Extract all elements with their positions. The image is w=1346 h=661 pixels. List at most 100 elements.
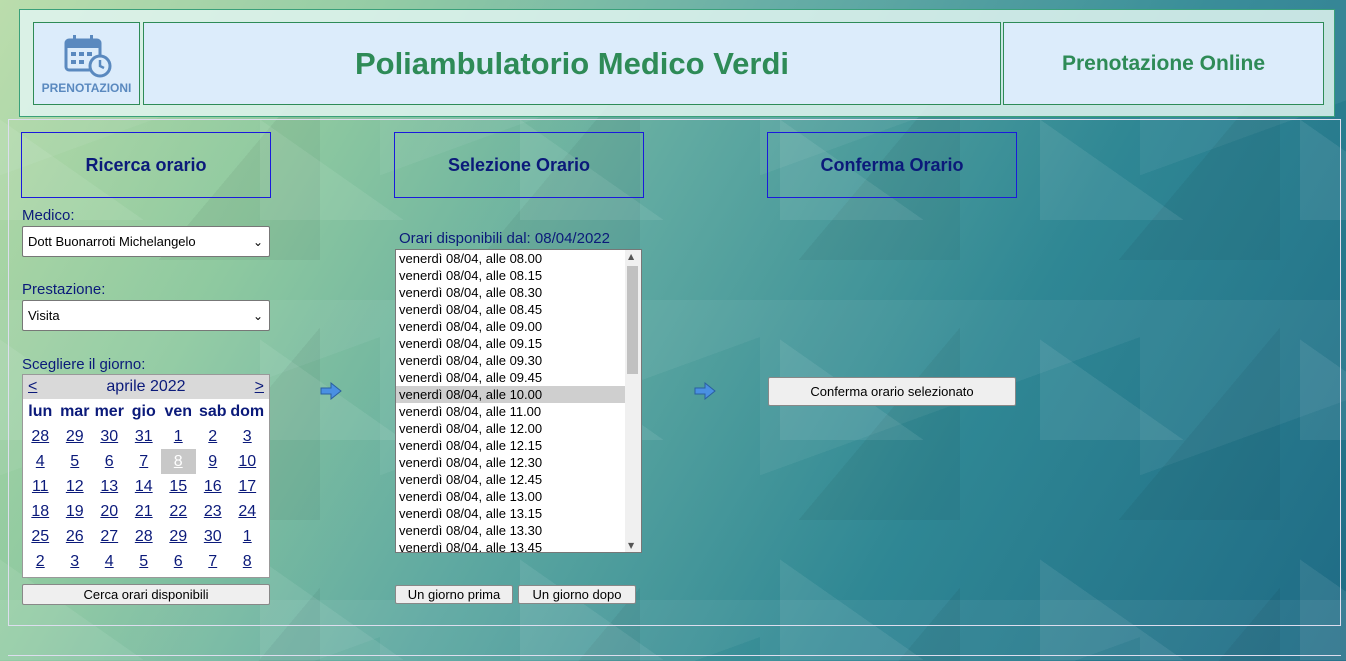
calendar-day[interactable]: 13	[92, 474, 127, 499]
time-slot-list[interactable]: venerdì 08/04, alle 08.00 venerdì 08/04, …	[395, 249, 642, 553]
booking-panel: Ricerca orario Selezione Orario Conferma…	[8, 119, 1341, 626]
time-slot-items: venerdì 08/04, alle 08.00 venerdì 08/04, …	[396, 250, 641, 552]
time-slot-option[interactable]: venerdì 08/04, alle 12.30	[396, 454, 641, 471]
calendar-day[interactable]: 27	[92, 524, 127, 549]
arrow-right-icon	[694, 382, 716, 400]
step-select-heading: Selezione Orario	[394, 132, 644, 198]
calendar-day[interactable]: 30	[92, 424, 127, 449]
calendar-day[interactable]: 17	[230, 474, 265, 499]
calendar-weekdays: lun mar mer gio ven sab dom	[23, 399, 269, 424]
time-slot-option[interactable]: venerdì 08/04, alle 08.00	[396, 250, 641, 267]
calendar-day[interactable]: 14	[127, 474, 162, 499]
calendar-day[interactable]: 24	[230, 499, 265, 524]
weekday-label: dom	[230, 403, 265, 420]
calendar-day[interactable]: 2	[23, 549, 58, 574]
calendar-day[interactable]: 28	[127, 524, 162, 549]
calendar-day[interactable]: 5	[127, 549, 162, 574]
time-slot-option[interactable]: venerdì 08/04, alle 09.00	[396, 318, 641, 335]
scroll-up-icon[interactable]: ▲	[628, 252, 634, 261]
calendar-day[interactable]: 6	[92, 449, 127, 474]
service-select-value: Visita	[28, 308, 60, 323]
header: PRENOTAZIONI Poliambulatorio Medico Verd…	[19, 9, 1335, 117]
calendar-day[interactable]: 26	[58, 524, 93, 549]
calendar-day[interactable]: 28	[23, 424, 58, 449]
chevron-down-icon: ⌄	[252, 309, 263, 323]
service-label: Prestazione:	[22, 281, 106, 298]
time-slot-option[interactable]: venerdì 08/04, alle 08.15	[396, 267, 641, 284]
calendar-day[interactable]: 1	[230, 524, 265, 549]
calendar-day[interactable]: 7	[127, 449, 162, 474]
calendar-day[interactable]: 21	[127, 499, 162, 524]
calendar-day[interactable]: 6	[161, 549, 196, 574]
weekday-label: mer	[94, 403, 124, 420]
calendar-day[interactable]: 16	[196, 474, 231, 499]
calendar-week: 4 5 6 7 8 9 10	[23, 449, 269, 474]
calendar-day[interactable]: 29	[58, 424, 93, 449]
calendar-day[interactable]: 8	[161, 449, 196, 474]
weekday-label: sab	[198, 403, 227, 420]
calendar-day[interactable]: 7	[196, 549, 231, 574]
time-slot-option[interactable]: venerdì 08/04, alle 10.00	[396, 386, 641, 403]
calendar-week: 2345678	[23, 549, 269, 574]
time-slot-option[interactable]: venerdì 08/04, alle 12.45	[396, 471, 641, 488]
divider	[8, 655, 1341, 656]
calendar-day[interactable]: 2	[196, 424, 231, 449]
calendar-day[interactable]: 19	[58, 499, 93, 524]
calendar-day[interactable]: 3	[230, 424, 265, 449]
time-slot-option[interactable]: venerdì 08/04, alle 09.30	[396, 352, 641, 369]
calendar-day[interactable]: 15	[161, 474, 196, 499]
time-slot-option[interactable]: venerdì 08/04, alle 08.30	[396, 284, 641, 301]
calendar-day[interactable]: 23	[196, 499, 231, 524]
weekday-label: mar	[60, 403, 90, 420]
next-day-button[interactable]: Un giorno dopo	[518, 585, 636, 604]
scroll-down-icon[interactable]: ▼	[628, 541, 634, 550]
calendar-day[interactable]: 11	[23, 474, 58, 499]
calendar-day[interactable]: 18	[23, 499, 58, 524]
scrollbar-thumb[interactable]	[627, 266, 638, 374]
time-slot-option[interactable]: venerdì 08/04, alle 12.00	[396, 420, 641, 437]
day-label: Scegliere il giorno:	[22, 356, 146, 373]
slots-label: Orari disponibili dal: 08/04/2022	[399, 230, 610, 247]
step-search-heading: Ricerca orario	[21, 132, 271, 198]
calendar-day[interactable]: 5	[58, 449, 93, 474]
calendar-day[interactable]: 4	[92, 549, 127, 574]
logo[interactable]: PRENOTAZIONI	[33, 22, 140, 105]
calendar-next-month[interactable]: >	[255, 378, 264, 396]
arrow-right-icon	[320, 382, 342, 400]
doctor-select[interactable]: Dott Buonarroti Michelangelo ⌄	[22, 226, 270, 257]
time-slot-option[interactable]: venerdì 08/04, alle 08.45	[396, 301, 641, 318]
calendar-day[interactable]: 20	[92, 499, 127, 524]
time-slot-option[interactable]: venerdì 08/04, alle 09.45	[396, 369, 641, 386]
calendar-day[interactable]: 12	[58, 474, 93, 499]
page-subtitle: Prenotazione Online	[1061, 51, 1266, 75]
time-slot-option[interactable]: venerdì 08/04, alle 13.30	[396, 522, 641, 539]
time-slot-option[interactable]: venerdì 08/04, alle 11.00	[396, 403, 641, 420]
search-slots-button[interactable]: Cerca orari disponibili	[22, 584, 270, 605]
calendar-day[interactable]: 30	[196, 524, 231, 549]
scrollbar[interactable]: ▲ ▼	[625, 250, 641, 552]
time-slot-option[interactable]: venerdì 08/04, alle 13.00	[396, 488, 641, 505]
calendar-day[interactable]: 31	[127, 424, 162, 449]
confirm-slot-button[interactable]: Conferma orario selezionato	[768, 377, 1016, 406]
weekday-label: lun	[28, 403, 53, 420]
calendar-day[interactable]: 9	[196, 449, 231, 474]
time-slot-option[interactable]: venerdì 08/04, alle 09.15	[396, 335, 641, 352]
time-slot-option[interactable]: venerdì 08/04, alle 13.15	[396, 505, 641, 522]
calendar-week: 28 29 30 31 1 2 3	[23, 424, 269, 449]
calendar-day[interactable]: 1	[161, 424, 196, 449]
calendar-day[interactable]: 3	[58, 549, 93, 574]
weekday-label: gio	[131, 403, 156, 420]
calendar-day[interactable]: 8	[230, 549, 265, 574]
calendar-day[interactable]: 10	[230, 449, 265, 474]
calendar-day[interactable]: 29	[161, 524, 196, 549]
calendar-day[interactable]: 4	[23, 449, 58, 474]
calendar-day[interactable]: 22	[161, 499, 196, 524]
logo-label: PRENOTAZIONI	[41, 80, 132, 95]
calendar-week: 18 19 20 21 22 23 24	[23, 499, 269, 524]
prev-day-button[interactable]: Un giorno prima	[395, 585, 513, 604]
service-select[interactable]: Visita ⌄	[22, 300, 270, 331]
time-slot-option[interactable]: venerdì 08/04, alle 12.15	[396, 437, 641, 454]
time-slot-option[interactable]: venerdì 08/04, alle 13.45	[396, 539, 641, 552]
chevron-down-icon: ⌄	[252, 235, 263, 249]
calendar-day[interactable]: 25	[23, 524, 58, 549]
